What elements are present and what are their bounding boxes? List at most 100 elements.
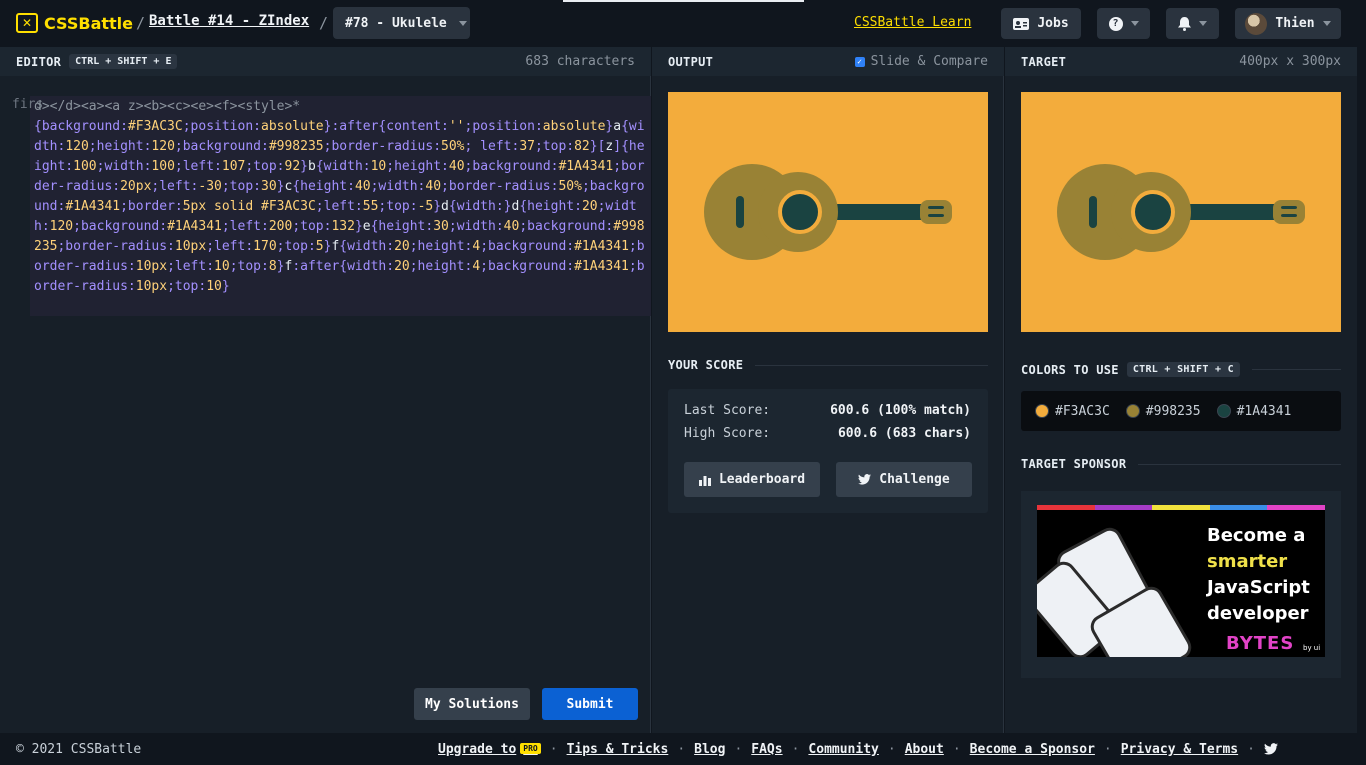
editor-header: EDITOR CTRL + SHIFT + E 683 characters [0,47,651,76]
chevron-down-icon [1322,21,1331,26]
logo-text: CSSBattle [44,13,133,33]
chevron-down-icon [1199,21,1207,26]
sponsor-ad[interactable]: Become a smarter JavaScript developer BY… [1037,505,1325,657]
separator: · [952,741,961,757]
twitter-icon[interactable] [1263,743,1278,755]
slide-compare-label: Slide & Compare [870,54,988,69]
my-solutions-button[interactable]: My Solutions [414,688,530,720]
footer: © 2021 CSSBattle Upgrade to PRO · Tips & … [0,733,1366,765]
battle-link[interactable]: Battle #14 - ZIndex [149,13,309,29]
learn-link[interactable]: CSSBattle Learn [854,15,971,30]
score-title: YOUR SCORE [668,358,744,372]
score-box: Last Score: 600.6 (100% match) High Scor… [668,389,988,513]
last-score-label: Last Score: [684,403,771,418]
notifications-button[interactable] [1166,8,1219,39]
code-editor[interactable]: firs d></d><a><a z><b><c><e><f><style>* … [0,76,651,733]
help-icon: ? [1108,16,1123,31]
blog-link[interactable]: Blog [694,742,725,757]
colors-title: COLORS TO USE [1021,362,1119,377]
breadcrumb-separator: / [319,14,329,32]
ad-text: Become a smarter JavaScript developer [1207,523,1322,627]
ad-brand: BYTES [1226,633,1295,654]
color-code: #998235 [1145,403,1201,419]
upgrade-link[interactable]: Upgrade to PRO [438,742,541,757]
color-dot [1035,404,1049,418]
jobs-button[interactable]: Jobs [1001,8,1081,39]
ad-line: developer [1207,603,1309,624]
color-swatch[interactable]: #998235 [1125,403,1201,419]
separator: · [734,741,743,757]
about-link[interactable]: About [905,742,944,757]
chevron-down-icon [1130,21,1139,26]
separator: · [1247,741,1255,757]
color-swatch[interactable]: #1A4341 [1216,403,1292,419]
checkbox[interactable]: ✓ [854,56,865,67]
leaderboard-button[interactable]: Leaderboard [684,462,820,497]
upgrade-label: Upgrade to [438,741,517,757]
divider [1251,369,1341,370]
output-title: OUTPUT [668,54,714,69]
scrollbar[interactable] [1357,47,1366,733]
progress-line [563,0,804,2]
bell-icon [1178,16,1191,31]
jobs-label: Jobs [1037,16,1069,31]
sponsor-box: Become a smarter JavaScript developer BY… [1021,491,1341,678]
pro-badge: PRO [520,742,541,754]
slide-compare-toggle[interactable]: ✓ Slide & Compare [854,54,988,69]
sponsor-link[interactable]: Become a Sponsor [970,742,1095,757]
logo[interactable]: ✕ CSSBattle [16,12,133,34]
colors-shortcut: CTRL + SHIFT + C [1126,362,1240,377]
challenge-button[interactable]: Challenge [836,462,972,497]
twitter-icon [858,474,872,485]
submit-button[interactable]: Submit [542,688,638,720]
separator: · [549,741,558,757]
high-score-value: 600.6 (683 chars) [837,426,971,441]
color-swatch[interactable]: #F3AC3C [1035,404,1110,419]
ad-line: smarter [1207,551,1288,572]
user-name: Thien [1275,16,1315,31]
colors-section-title: COLORS TO USE CTRL + SHIFT + C [1021,362,1341,377]
target-select[interactable]: #78 - Ukulele [333,7,470,39]
color-palette: #F3AC3C #998235 #1A4341 [1021,391,1341,431]
faqs-link[interactable]: FAQs [751,742,782,757]
editor-shortcut: CTRL + SHIFT + E [69,54,178,69]
user-menu-button[interactable]: Thien [1235,8,1341,39]
color-dot [1125,404,1140,418]
copyright: © 2021 CSSBattle [16,741,142,757]
separator: · [887,741,896,757]
char-count: 683 characters [525,54,635,69]
separator: · [677,741,686,757]
target-canvas[interactable] [1021,92,1341,332]
color-code: #F3AC3C [1055,403,1110,419]
id-card-icon [1013,17,1030,30]
output-canvas[interactable] [668,92,988,332]
separator: · [791,741,800,757]
tips-link[interactable]: Tips & Tricks [567,742,669,757]
high-score-row: High Score: 600.6 (683 chars) [684,426,971,441]
ukulele-target [1057,164,1305,260]
high-score-label: High Score: [684,426,771,441]
color-code: #1A4341 [1236,403,1292,419]
challenge-label: Challenge [879,472,950,487]
target-select-label: #78 - Ukulele [345,15,447,31]
privacy-link[interactable]: Privacy & Terms [1121,742,1238,757]
output-header: OUTPUT ✓ Slide & Compare [652,47,1004,76]
avatar [1245,12,1268,35]
logo-icon: ✕ [16,13,38,33]
score-section-title: YOUR SCORE [668,358,988,372]
community-link[interactable]: Community [808,742,878,757]
target-title: TARGET [1021,54,1067,69]
ukulele-output [704,164,952,260]
divider [1138,463,1341,465]
help-button[interactable]: ? [1097,8,1150,39]
ad-stripes [1037,505,1325,510]
chevron-down-icon [458,20,467,26]
breadcrumb-separator: / [136,14,146,32]
code-text[interactable]: d></d><a><a z><b><c><e><f><style>* {back… [34,97,648,297]
footer-links: Upgrade to PRO · Tips & Tricks · Blog · F… [438,742,1278,757]
leaderboard-label: Leaderboard [718,472,806,487]
separator: · [1103,741,1112,757]
target-header: TARGET 400px x 300px [1005,47,1357,76]
editor-title: EDITOR [16,54,62,69]
sponsor-title: TARGET SPONSOR [1021,457,1127,471]
